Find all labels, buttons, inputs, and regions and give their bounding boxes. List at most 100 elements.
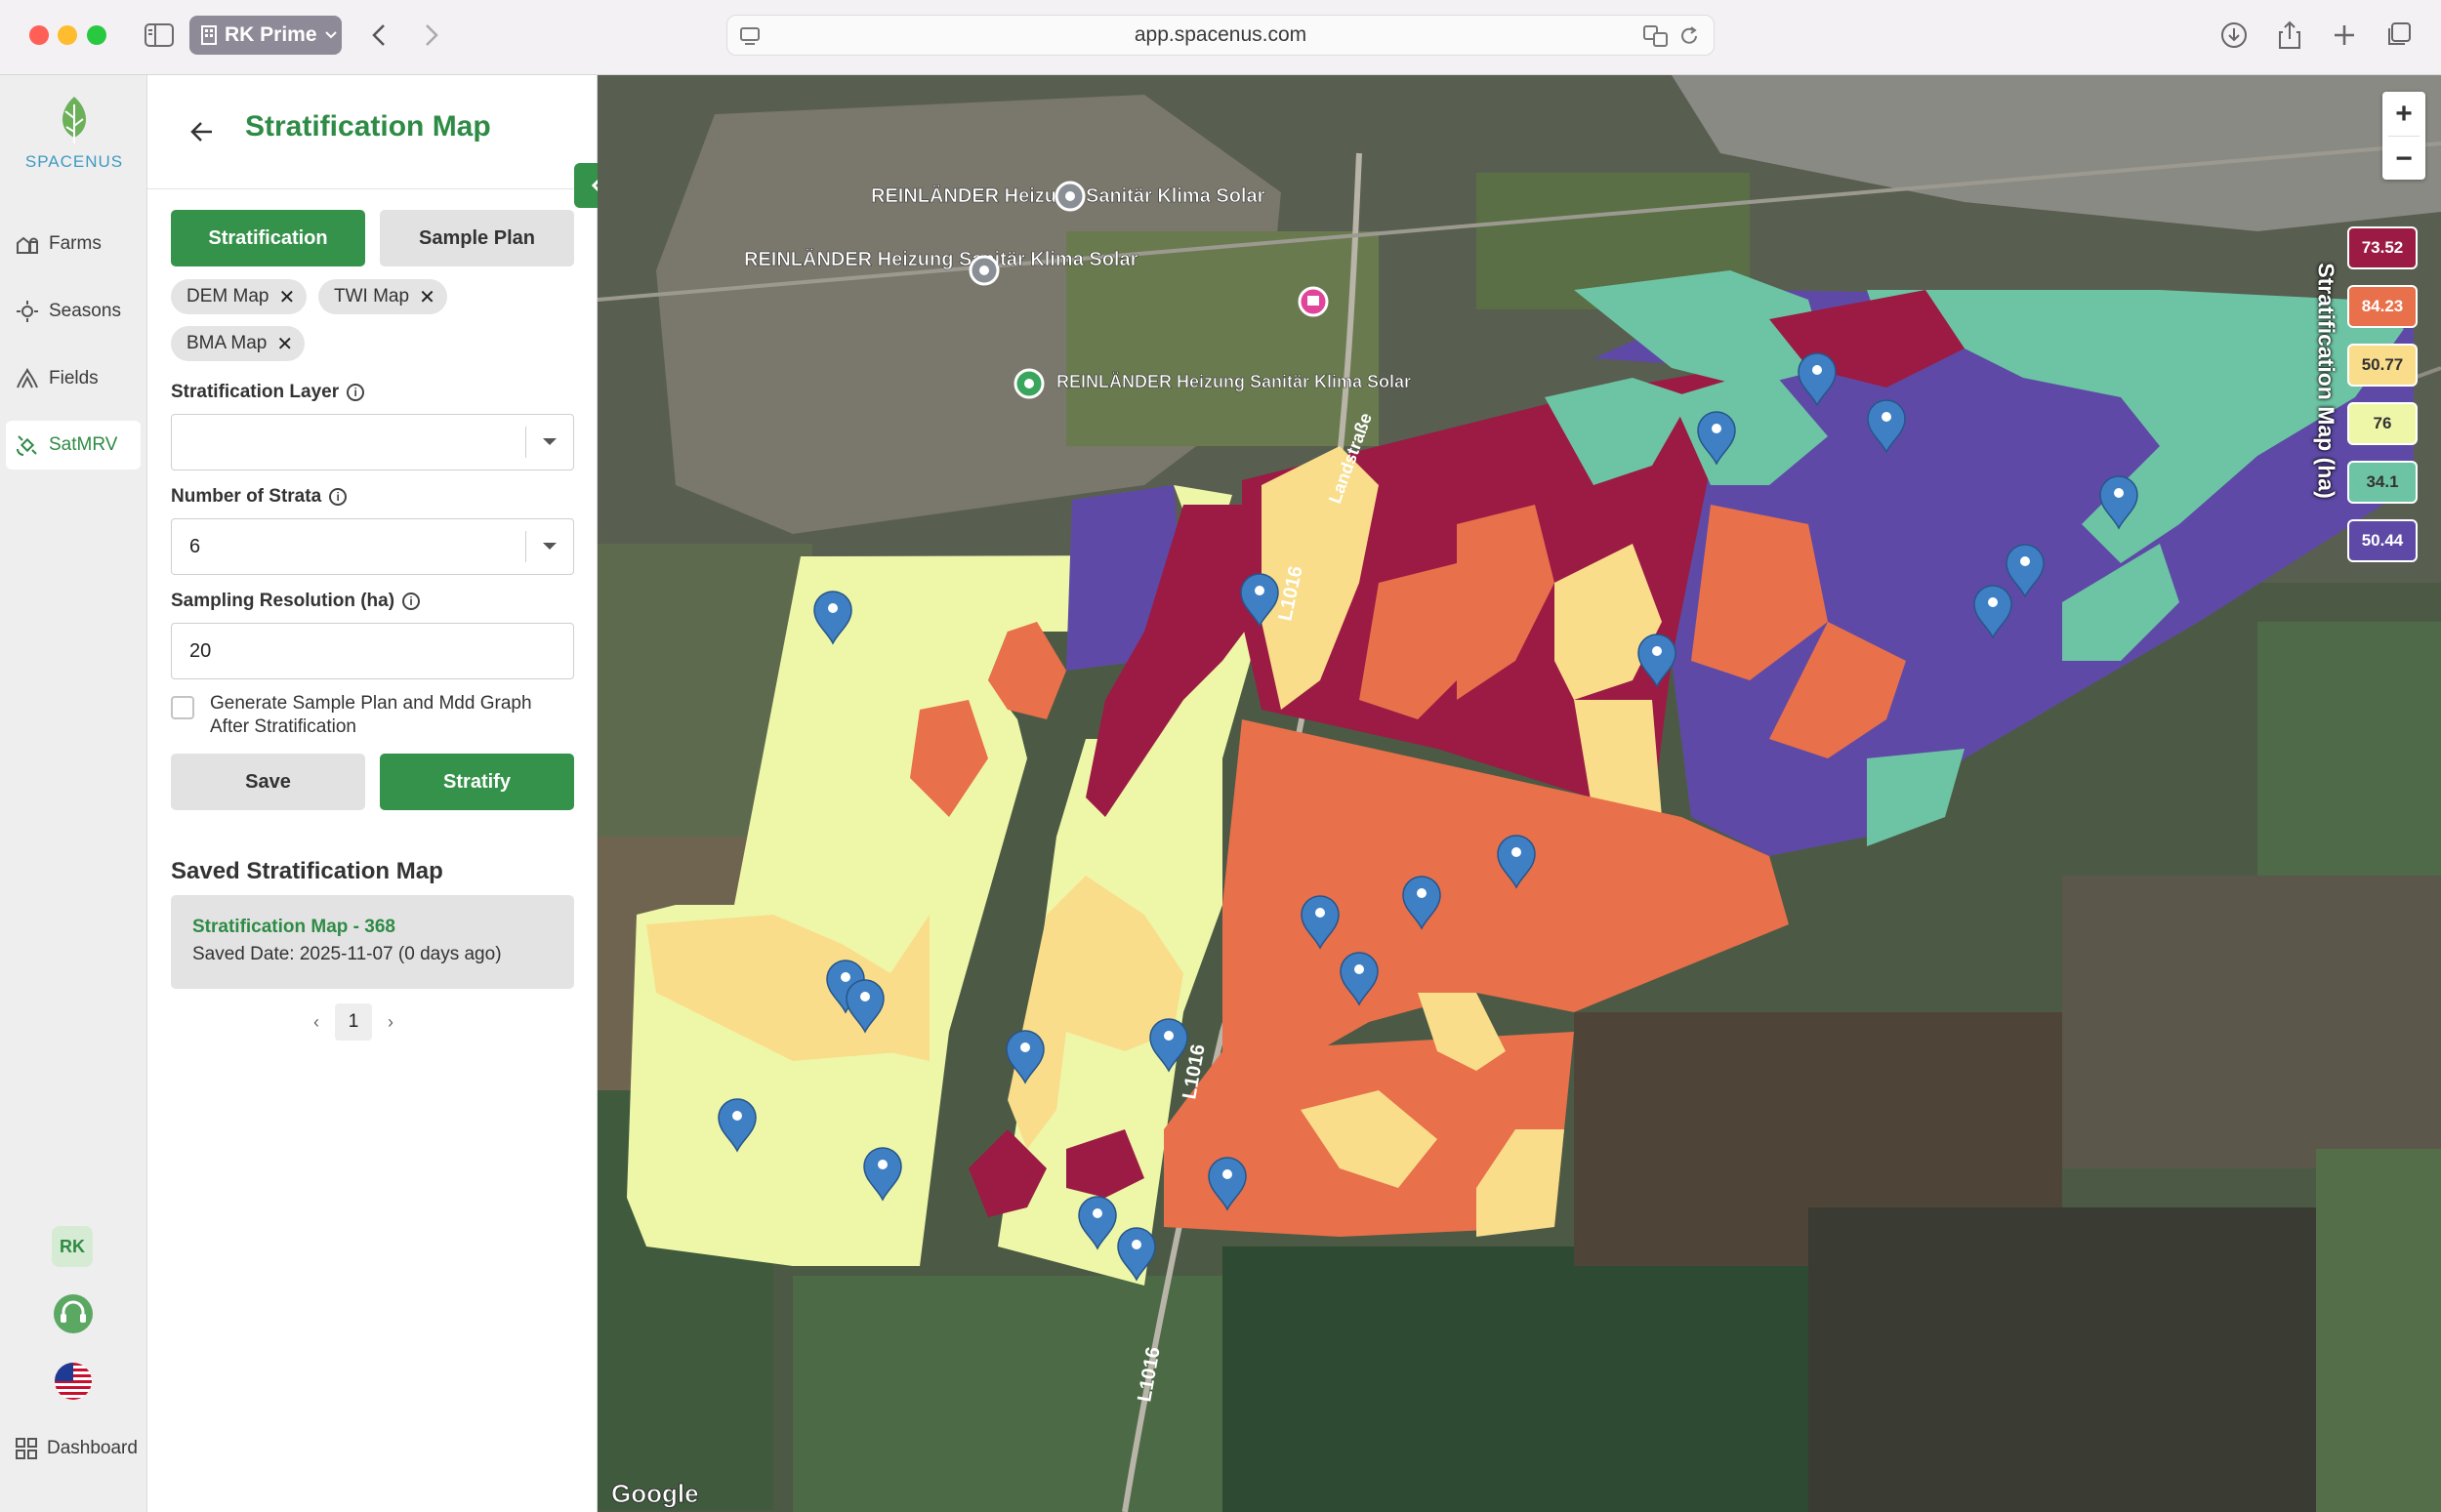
tab-stratification[interactable]: Stratification (171, 210, 365, 266)
tab-overview-icon[interactable] (2380, 18, 2416, 53)
sampling-resolution-input[interactable] (171, 623, 574, 679)
legend-stratum-5[interactable]: 34.1 (2347, 461, 2418, 504)
zoom-out-button[interactable]: − (2382, 137, 2425, 181)
legend-value: 50.44 (2361, 531, 2404, 550)
poi-marker[interactable] (1014, 368, 1045, 399)
label-text: Number of Strata (171, 486, 322, 507)
profile-switcher[interactable]: RK Prime (189, 16, 342, 55)
layer-chip-twi: TWI Map ✕ (318, 279, 447, 314)
info-icon[interactable]: i (347, 384, 365, 401)
legend-stratum-6[interactable]: 50.44 (2347, 519, 2418, 562)
chip-label: BMA Map (186, 333, 268, 353)
app-nav-rail: SPACENUS Farms Seasons Fields SatMRV RK (0, 75, 147, 1512)
place-label: REINLÄNDER Heizung Sanitär Klima Solar (1056, 372, 1411, 391)
site-settings-icon[interactable] (739, 25, 761, 47)
nav-label-fields: Fields (49, 368, 99, 388)
legend-stratum-4[interactable]: 76 (2347, 402, 2418, 445)
select-value: 6 (189, 535, 201, 557)
nav-label-satmrv: SatMRV (49, 434, 118, 455)
nav-item-seasons[interactable]: Seasons (6, 287, 141, 336)
reload-icon[interactable] (1678, 25, 1700, 47)
legend-stratum-2[interactable]: 84.23 (2347, 285, 2418, 328)
nav-label-dashboard: Dashboard (47, 1438, 138, 1458)
poi-marker[interactable] (1298, 286, 1329, 317)
layer-chip-bma: BMA Map ✕ (171, 326, 306, 361)
next-page-icon[interactable]: › (388, 1012, 393, 1033)
field-patch (2257, 622, 2441, 876)
browser-toolbar: RK Prime app.spacenus.com (0, 0, 2441, 75)
share-icon[interactable] (2272, 18, 2307, 53)
label-text: Stratification Layer (171, 382, 340, 402)
legend-value: 73.52 (2361, 238, 2404, 257)
page-number[interactable]: 1 (335, 1003, 372, 1041)
map-canvas[interactable]: REINLÄNDER Heizung Sanitär Klima Solar R… (598, 75, 2441, 1512)
nav-item-dashboard[interactable]: Dashboard (6, 1424, 141, 1473)
caret-down-icon[interactable] (525, 531, 573, 562)
building-icon (201, 25, 217, 45)
google-attribution: Google (611, 1479, 699, 1508)
number-of-strata-select[interactable]: 6 (171, 518, 574, 575)
panel-header: Stratification Map (147, 75, 598, 189)
address-bar[interactable]: app.spacenus.com (726, 15, 1715, 56)
sampling-resolution-label: Sampling Resolution (ha) i (171, 591, 421, 612)
label-text: Sampling Resolution (ha) (171, 591, 395, 611)
saved-map-date: Saved Date: 2025-11-07 (0 days ago) (192, 944, 502, 964)
save-button[interactable]: Save (171, 754, 365, 810)
remove-chip-icon[interactable]: ✕ (419, 285, 435, 309)
poi-marker[interactable] (969, 255, 1000, 286)
maximize-window-button[interactable] (87, 25, 106, 45)
forward-nav-icon[interactable] (414, 18, 449, 53)
back-nav-icon[interactable] (361, 18, 396, 53)
field-patch (793, 1276, 1222, 1512)
remove-chip-icon[interactable]: ✕ (276, 332, 293, 356)
caret-down-icon[interactable] (525, 427, 573, 458)
logo-text: SPACENUS (24, 152, 124, 171)
stratification-panel: Stratification Map Stratification Sample… (147, 75, 598, 1512)
legend-value: 76 (2373, 414, 2392, 432)
close-window-button[interactable] (29, 25, 49, 45)
remove-chip-icon[interactable]: ✕ (278, 285, 295, 309)
spacenus-logo[interactable]: SPACENUS (20, 95, 129, 172)
field-patch (1222, 1246, 1808, 1512)
chevron-down-icon (324, 31, 337, 39)
info-icon[interactable]: i (329, 488, 348, 506)
user-avatar[interactable]: RK (52, 1226, 93, 1267)
chip-label: TWI Map (334, 286, 410, 306)
info-icon[interactable]: i (402, 593, 421, 610)
saved-stratification-heading: Saved Stratification Map (171, 858, 443, 884)
legend-stratum-1[interactable]: 73.52 (2347, 226, 2418, 269)
download-icon[interactable] (2216, 18, 2252, 53)
place-label: REINLÄNDER Heizung Sanitär Klima Solar (744, 248, 1138, 270)
page-title: Stratification Map (245, 110, 491, 143)
fields-icon (17, 368, 38, 388)
sidebar-toggle-icon[interactable] (142, 18, 177, 53)
us-flag-icon[interactable] (52, 1362, 95, 1401)
generate-sample-plan-checkbox[interactable] (171, 696, 194, 719)
prev-page-icon[interactable]: ‹ (313, 1012, 319, 1033)
poi-marker[interactable] (1055, 181, 1086, 212)
zoom-in-button[interactable]: + (2382, 92, 2425, 136)
nav-label-seasons: Seasons (49, 301, 121, 321)
nav-item-fields[interactable]: Fields (6, 354, 141, 403)
farm-icon (17, 236, 38, 254)
minimize-window-button[interactable] (58, 25, 77, 45)
stratify-button[interactable]: Stratify (380, 754, 574, 810)
legend-value: 84.23 (2361, 297, 2404, 315)
tab-sample-plan[interactable]: Sample Plan (380, 210, 574, 266)
leaf-logo-icon (62, 97, 86, 143)
stratification-layer-select[interactable] (171, 414, 574, 470)
back-arrow-icon[interactable] (185, 114, 220, 149)
new-tab-icon[interactable] (2327, 18, 2362, 53)
saved-map-card[interactable]: Stratification Map - 368 Saved Date: 202… (171, 895, 574, 989)
legend-value: 50.77 (2361, 355, 2404, 374)
field-patch (2062, 876, 2441, 1168)
support-icon[interactable] (52, 1292, 95, 1335)
nav-item-farms[interactable]: Farms (6, 220, 141, 268)
chip-label: DEM Map (186, 286, 269, 306)
satellite-map[interactable]: REINLÄNDER Heizung Sanitär Klima Solar R… (598, 75, 2441, 1512)
saved-map-name[interactable]: Stratification Map - 368 (192, 917, 395, 938)
legend-stratum-3[interactable]: 50.77 (2347, 344, 2418, 387)
field-patch (2316, 1149, 2441, 1512)
nav-item-satmrv[interactable]: SatMRV (6, 421, 141, 470)
translate-icon[interactable] (1643, 25, 1669, 47)
